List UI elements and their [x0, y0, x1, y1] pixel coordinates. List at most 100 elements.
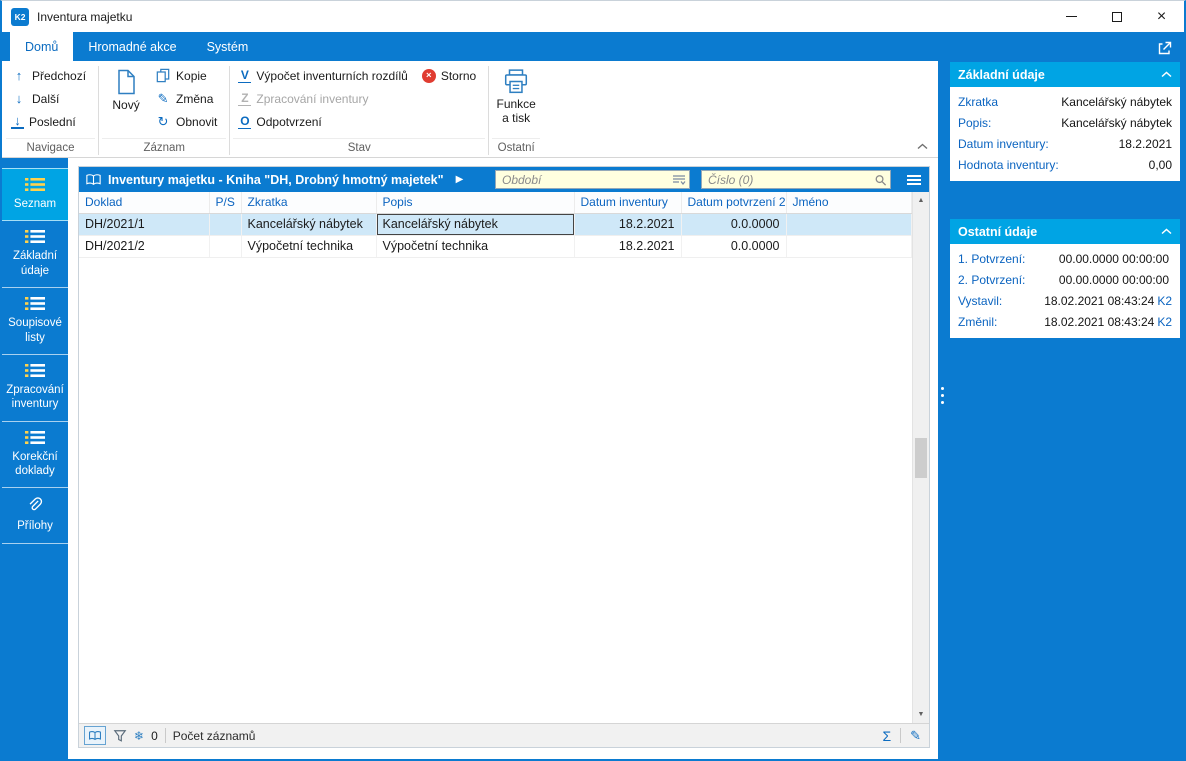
grid-title: Inventury majetku - Kniha "DH, Drobný hm…	[108, 172, 444, 187]
left-sidebar: Seznam Základní údaje Soupisové listy Zp…	[2, 158, 68, 759]
tab-system[interactable]: Systém	[192, 32, 264, 61]
scroll-up-icon[interactable]: ▲	[913, 192, 929, 209]
chevron-up-icon[interactable]	[1161, 228, 1172, 235]
panel-splitter-handle[interactable]	[941, 387, 944, 404]
cell-datum-potvrzeni[interactable]: 0.0.0000	[681, 235, 787, 258]
inventory-differences-button[interactable]: V Výpočet inventurních rozdílů	[233, 64, 416, 87]
arrow-down-to-bar-icon: ↓	[11, 114, 24, 129]
filter-icon[interactable]	[113, 729, 127, 743]
sidebar-item-zpracovani-inventury[interactable]: Zpracování inventury	[2, 355, 68, 422]
edit-icon[interactable]: ✎	[910, 728, 921, 744]
cell-ps[interactable]	[209, 235, 242, 258]
cell-zkratka[interactable]: Výpočetní technika	[241, 235, 377, 258]
cell-jmeno[interactable]	[786, 213, 912, 236]
unconfirm-button[interactable]: O Odpotvrzení	[233, 110, 485, 133]
section-title: Základní údaje	[958, 67, 1045, 82]
cell-datum-potvrzeni[interactable]: 0.0.0000	[681, 213, 787, 236]
column-header[interactable]: Datum potvrzení 2	[681, 192, 787, 214]
cell-doklad[interactable]: DH/2021/1	[79, 213, 210, 236]
table-row[interactable]: DH/2021/1 Kancelářský nábytek Kancelářsk…	[79, 213, 912, 236]
period-picker-icon[interactable]	[672, 174, 686, 185]
app-window: K2 Inventura majetku × Domů Hromadné akc…	[0, 0, 1186, 761]
grid-menu-button[interactable]	[901, 167, 927, 192]
cell-datum-inventury[interactable]: 18.2.2021	[574, 235, 682, 258]
last-button[interactable]: ↓ Poslední	[6, 110, 95, 133]
table-row[interactable]: DH/2021/2 Výpočetní technika Výpočetní t…	[79, 235, 912, 258]
pencil-icon: ✎	[157, 90, 169, 106]
run-filter-button[interactable]: ▶	[450, 174, 470, 185]
popout-icon[interactable]	[1158, 41, 1172, 55]
next-button[interactable]: ↓ Další	[6, 87, 95, 110]
close-button[interactable]: ×	[1139, 1, 1184, 32]
period-input[interactable]	[495, 170, 690, 189]
copy-button[interactable]: Kopie	[150, 64, 226, 87]
scroll-down-icon[interactable]: ▼	[913, 706, 929, 723]
group-label-stav: Stav	[233, 138, 486, 157]
column-header[interactable]: Datum inventury	[574, 192, 682, 214]
copy-label: Kopie	[176, 68, 207, 83]
change-label: Změna	[176, 91, 214, 106]
sum-icon[interactable]: Σ	[882, 728, 891, 744]
ribbon-collapse-button[interactable]	[917, 143, 928, 150]
cell-popis[interactable]: Výpočetní technika	[376, 235, 575, 258]
search-icon[interactable]	[874, 173, 887, 186]
ribbon-group-zaznam: Nový Kopie ✎ Změna ↻ Obnovit Záznam	[102, 64, 227, 157]
scrollbar-thumb[interactable]	[915, 437, 927, 478]
sidebar-item-prilohy[interactable]: Přílohy	[2, 488, 68, 544]
section-header-zakladni-udaje[interactable]: Základní údaje	[950, 62, 1180, 87]
cell-popis-focused[interactable]: Kancelářský nábytek	[376, 213, 575, 236]
number-field-wrap	[701, 170, 891, 189]
section-header-ostatni-udaje[interactable]: Ostatní údaje	[950, 219, 1180, 244]
cell-datum-inventury[interactable]: 18.2.2021	[574, 213, 682, 236]
sidebar-item-zakladni-udaje[interactable]: Základní údaje	[2, 221, 68, 289]
number-search-input[interactable]	[701, 170, 891, 189]
column-header[interactable]: Popis	[376, 192, 575, 214]
scrollbar-track[interactable]	[913, 209, 929, 706]
group-label-ostatni: Ostatní	[492, 138, 541, 157]
storno-button[interactable]: × Storno	[417, 64, 485, 87]
grid-header-bar: Inventury majetku - Kniha "DH, Drobný hm…	[79, 167, 929, 192]
sidebar-item-soupisove-listy[interactable]: Soupisové listy	[2, 288, 68, 355]
previous-button[interactable]: ↑ Předchozí	[6, 64, 95, 87]
column-header[interactable]: P/S	[209, 192, 242, 214]
field-potvrzeni-1: 1. Potvrzení: 00.00.0000 00:00:00	[950, 248, 1180, 269]
cell-zkratka[interactable]: Kancelářský nábytek	[241, 213, 377, 236]
change-button[interactable]: ✎ Změna	[150, 87, 226, 110]
section-other-fields: 1. Potvrzení: 00.00.0000 00:00:00 2. Pot…	[950, 244, 1180, 338]
letter-v-icon: V	[238, 68, 252, 83]
minimize-button[interactable]	[1049, 1, 1094, 32]
new-button[interactable]: Nový	[102, 64, 150, 136]
field-label: 1. Potvrzení:	[958, 251, 1026, 266]
ribbon-separator	[98, 66, 100, 155]
records-table: Doklad P/S Zkratka Popis Datum inventury…	[79, 192, 912, 258]
tab-domu[interactable]: Domů	[10, 32, 74, 61]
vertical-scrollbar[interactable]: ▲ ▼	[912, 192, 929, 723]
functions-print-button[interactable]: Funkce a tisk	[492, 64, 540, 136]
cell-jmeno[interactable]	[786, 235, 912, 258]
chevron-up-icon[interactable]	[1161, 71, 1172, 78]
refresh-button[interactable]: ↻ Obnovit	[150, 110, 226, 133]
ribbon-group-ostatni: Funkce a tisk Ostatní	[492, 64, 541, 157]
snowflake-icon[interactable]: ❄	[134, 729, 144, 743]
field-value: 18.02.2021 08:43:24 K2	[1044, 314, 1172, 329]
table-header-row: Doklad P/S Zkratka Popis Datum inventury…	[79, 192, 912, 214]
tab-hromadne-akce[interactable]: Hromadné akce	[73, 32, 191, 61]
book-view-toggle[interactable]	[84, 726, 106, 745]
process-inventory-label: Zpracování inventury	[256, 91, 369, 106]
cell-ps[interactable]	[209, 213, 242, 236]
field-popis: Popis: Kancelářský nábytek	[950, 112, 1180, 133]
new-document-icon	[118, 69, 135, 95]
sidebar-item-seznam[interactable]: Seznam	[2, 168, 68, 222]
maximize-button[interactable]	[1094, 1, 1139, 32]
column-header[interactable]: Zkratka	[241, 192, 377, 214]
previous-label: Předchozí	[32, 68, 87, 83]
window-controls: ×	[1049, 1, 1184, 32]
sidebar-item-korekcni-doklady[interactable]: Korekční doklady	[2, 422, 68, 489]
cell-doklad[interactable]: DH/2021/2	[79, 235, 210, 258]
sidebar-item-label: Přílohy	[17, 520, 53, 533]
field-value: 0,00	[1148, 157, 1172, 172]
column-header[interactable]: Jméno	[786, 192, 912, 214]
field-label: Zkratka	[958, 94, 999, 109]
field-label: Vystavil:	[958, 293, 1003, 308]
column-header[interactable]: Doklad	[79, 192, 210, 214]
